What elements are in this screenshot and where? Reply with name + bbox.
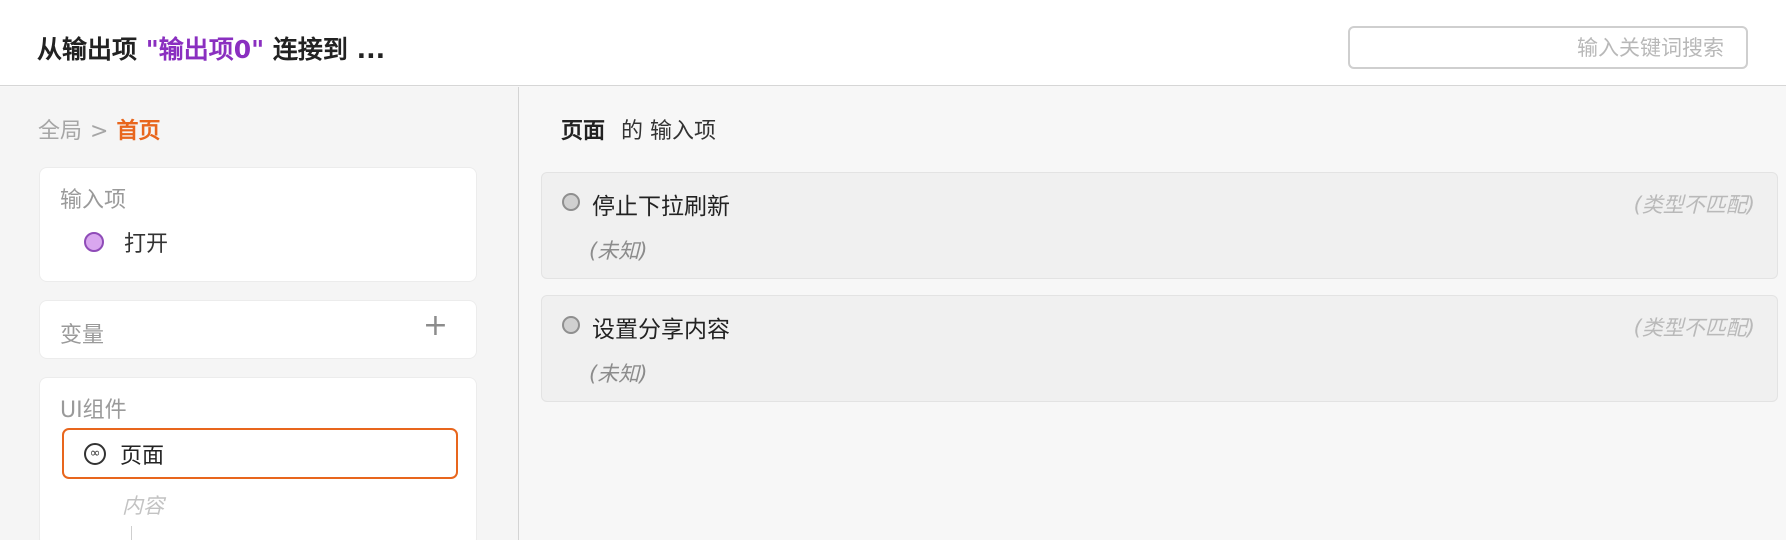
port-dot-icon xyxy=(562,193,580,211)
port-type: (未知) xyxy=(589,362,648,386)
input-port-card[interactable]: 停止下拉刷新 (类型不匹配) (未知) xyxy=(541,172,1778,279)
inputs-card: 输入项 打开 xyxy=(39,167,477,282)
variables-title: 变量 xyxy=(60,323,105,348)
breadcrumb: 全局 > 首页 xyxy=(38,113,160,145)
tree-connector xyxy=(131,526,132,540)
object-name: 页面 xyxy=(561,119,606,144)
title-output-name: "输出项0" xyxy=(145,35,265,64)
port-dot-icon xyxy=(84,232,104,252)
dialog-header: 从输出项 "输出项0" 连接到 ... xyxy=(0,0,1786,86)
breadcrumb-root[interactable]: 全局 xyxy=(38,119,82,144)
inputs-heading: 页面的 输入项 xyxy=(561,113,716,145)
inputs-title: 输入项 xyxy=(60,188,127,213)
link-icon: ∞ xyxy=(84,442,106,465)
dialog-title: 从输出项 "输出项0" 连接到 ... xyxy=(37,30,385,66)
left-panel: 全局 > 首页 输入项 打开 变量 + UI组件 ∞ 页面 内容 xyxy=(0,87,519,540)
search-input[interactable] xyxy=(1348,26,1748,69)
variables-card: 变量 + xyxy=(39,300,477,359)
ui-components-card: UI组件 ∞ 页面 内容 xyxy=(39,377,477,540)
component-label: 页面 xyxy=(120,443,165,469)
title-prefix: 从输出项 xyxy=(37,35,138,64)
input-item-open[interactable]: 打开 xyxy=(84,226,168,258)
title-suffix: 连接到 ... xyxy=(272,35,386,64)
input-port-card[interactable]: 设置分享内容 (类型不匹配) (未知) xyxy=(541,295,1778,402)
component-item-page[interactable]: ∞ 页面 xyxy=(62,428,458,479)
port-name: 设置分享内容 xyxy=(592,317,730,343)
port-dot-icon xyxy=(562,316,580,334)
input-item-label: 打开 xyxy=(124,232,169,257)
type-mismatch-label: (类型不匹配) xyxy=(1633,193,1755,217)
breadcrumb-current: 首页 xyxy=(116,119,161,144)
type-mismatch-label: (类型不匹配) xyxy=(1633,316,1755,340)
right-panel: 页面的 输入项 停止下拉刷新 (类型不匹配) (未知) 设置分享内容 (类型不匹… xyxy=(520,87,1786,540)
ui-components-title: UI组件 xyxy=(60,398,127,423)
port-type: (未知) xyxy=(589,239,648,263)
heading-suffix: 的 输入项 xyxy=(621,119,717,144)
breadcrumb-separator: > xyxy=(90,119,109,144)
component-child-content[interactable]: 内容 xyxy=(122,490,164,520)
port-name: 停止下拉刷新 xyxy=(592,194,730,220)
add-variable-icon[interactable]: + xyxy=(423,311,448,341)
